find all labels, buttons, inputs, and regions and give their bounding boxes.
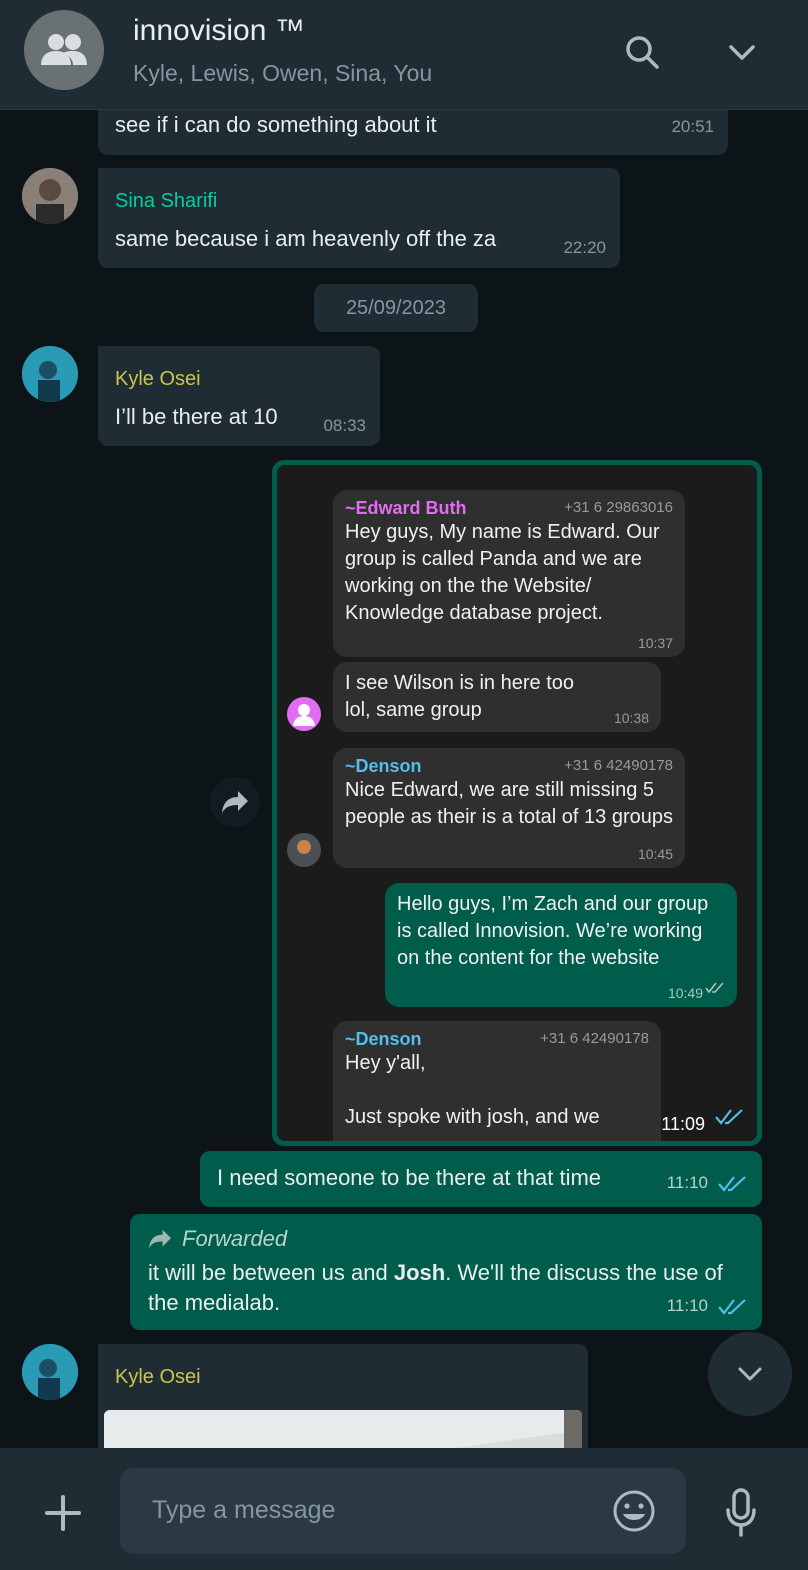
embedded-text: Hey y'all, xyxy=(345,1052,426,1074)
group-avatar-icon[interactable] xyxy=(24,10,104,90)
embedded-phone: +31 6 42490178 xyxy=(564,757,673,774)
embedded-time: 10:49 xyxy=(667,985,703,1001)
embedded-message: ~Edward Buth +31 6 29863016 Hey guys, My… xyxy=(333,490,685,657)
message-text: I need someone to be there at that time xyxy=(217,1165,602,1190)
double-check-icon xyxy=(715,1108,745,1131)
message-time: 11:09 xyxy=(661,1114,705,1134)
embedded-message: I see Wilson is in here too lol, same gr… xyxy=(333,662,661,732)
message-time: 11:10 xyxy=(666,1173,708,1192)
mic-icon[interactable] xyxy=(724,1488,758,1543)
avatar[interactable] xyxy=(22,346,78,402)
forward-icon[interactable] xyxy=(210,777,260,827)
message-bubble[interactable]: Forwarded it will be between us and Josh… xyxy=(130,1214,762,1330)
forwarded-text: Forwarded xyxy=(182,1226,288,1251)
embedded-text: I see Wilson is in here too lol, same gr… xyxy=(345,672,574,721)
embedded-phone: +31 6 29863016 xyxy=(564,499,673,516)
date-divider: 25/09/2023 xyxy=(314,284,478,332)
message-list[interactable]: see if i can do something about it 20:51… xyxy=(0,110,808,1448)
message-bubble[interactable]: I need someone to be there at that time … xyxy=(200,1151,762,1207)
message-text-bold: Josh xyxy=(393,1260,446,1285)
search-icon[interactable] xyxy=(622,32,662,72)
avatar[interactable] xyxy=(22,1344,78,1400)
message-bubble[interactable]: Sina Sharifi same because i am heavenly … xyxy=(98,168,620,268)
message-text: see if i can do something about it xyxy=(115,112,437,137)
message-sender[interactable]: Sina Sharifi xyxy=(115,190,217,213)
avatar xyxy=(287,697,321,731)
chevron-down-icon[interactable] xyxy=(722,32,762,72)
double-check-icon xyxy=(718,1175,748,1198)
message-input-box[interactable] xyxy=(120,1468,686,1554)
message-sender[interactable]: Kyle Osei xyxy=(115,368,201,391)
double-check-icon xyxy=(718,1298,748,1321)
plus-icon[interactable] xyxy=(44,1494,82,1537)
embedded-time: 10:38 xyxy=(613,710,649,726)
message-text: same because i am heavenly off the za xyxy=(115,226,497,251)
message-bubble[interactable]: see if i can do something about it 20:51 xyxy=(98,110,728,155)
chat-header[interactable]: innovision ™ Kyle, Lewis, Owen, Sina, Yo… xyxy=(0,0,808,110)
message-time: 22:20 xyxy=(563,238,606,257)
message-time: 08:33 xyxy=(323,416,366,435)
shared-screenshot[interactable]: ~Edward Buth +31 6 29863016 Hey guys, My… xyxy=(277,465,757,1141)
message-input[interactable] xyxy=(152,1490,592,1530)
embedded-time: 10:45 xyxy=(637,846,673,862)
embedded-text: Nice Edward, we are still missing 5 peop… xyxy=(345,779,673,828)
message-text: it will be between us and Josh. We'll th… xyxy=(148,1258,748,1318)
image-message[interactable]: ~Edward Buth +31 6 29863016 Hey guys, My… xyxy=(272,460,762,1146)
embedded-message: Hello guys, I’m Zach and our group is ca… xyxy=(385,883,737,1007)
embedded-text: Just spoke with josh, and we xyxy=(345,1106,600,1128)
embedded-message: ~Denson +31 6 42490178 Nice Edward, we a… xyxy=(333,748,685,868)
chat-title[interactable]: innovision ™ xyxy=(133,14,305,48)
message-bubble[interactable]: Kyle Osei xyxy=(98,1344,588,1448)
chat-members[interactable]: Kyle, Lewis, Owen, Sina, You xyxy=(133,60,432,87)
message-bubble[interactable]: Kyle Osei I’ll be there at 10 08:33 xyxy=(98,346,380,446)
embedded-time: 10:37 xyxy=(637,635,673,651)
forward-icon xyxy=(149,1229,171,1249)
double-check-icon xyxy=(705,981,725,999)
message-text: I’ll be there at 10 xyxy=(115,404,278,429)
message-time: 20:51 xyxy=(671,117,714,136)
image-thumbnail[interactable] xyxy=(104,1410,582,1448)
embedded-phone: +31 6 42490178 xyxy=(540,1030,649,1047)
embedded-text: Hello guys, I’m Zach and our group is ca… xyxy=(397,893,709,969)
avatar[interactable] xyxy=(22,168,78,224)
embedded-message: ~Denson +31 6 42490178 Hey y'all, Just s… xyxy=(333,1021,661,1141)
forwarded-label: Forwarded xyxy=(146,1226,287,1252)
emoji-icon[interactable] xyxy=(612,1489,656,1538)
message-time: 11:10 xyxy=(666,1296,708,1315)
composer-bar xyxy=(0,1448,808,1570)
scroll-down-icon[interactable] xyxy=(708,1332,792,1416)
embedded-text: Hey guys, My name is Edward. Our group i… xyxy=(345,521,660,624)
message-sender[interactable]: Kyle Osei xyxy=(115,1366,201,1389)
message-text-part: it will be between us and xyxy=(148,1260,394,1285)
avatar xyxy=(287,833,321,867)
